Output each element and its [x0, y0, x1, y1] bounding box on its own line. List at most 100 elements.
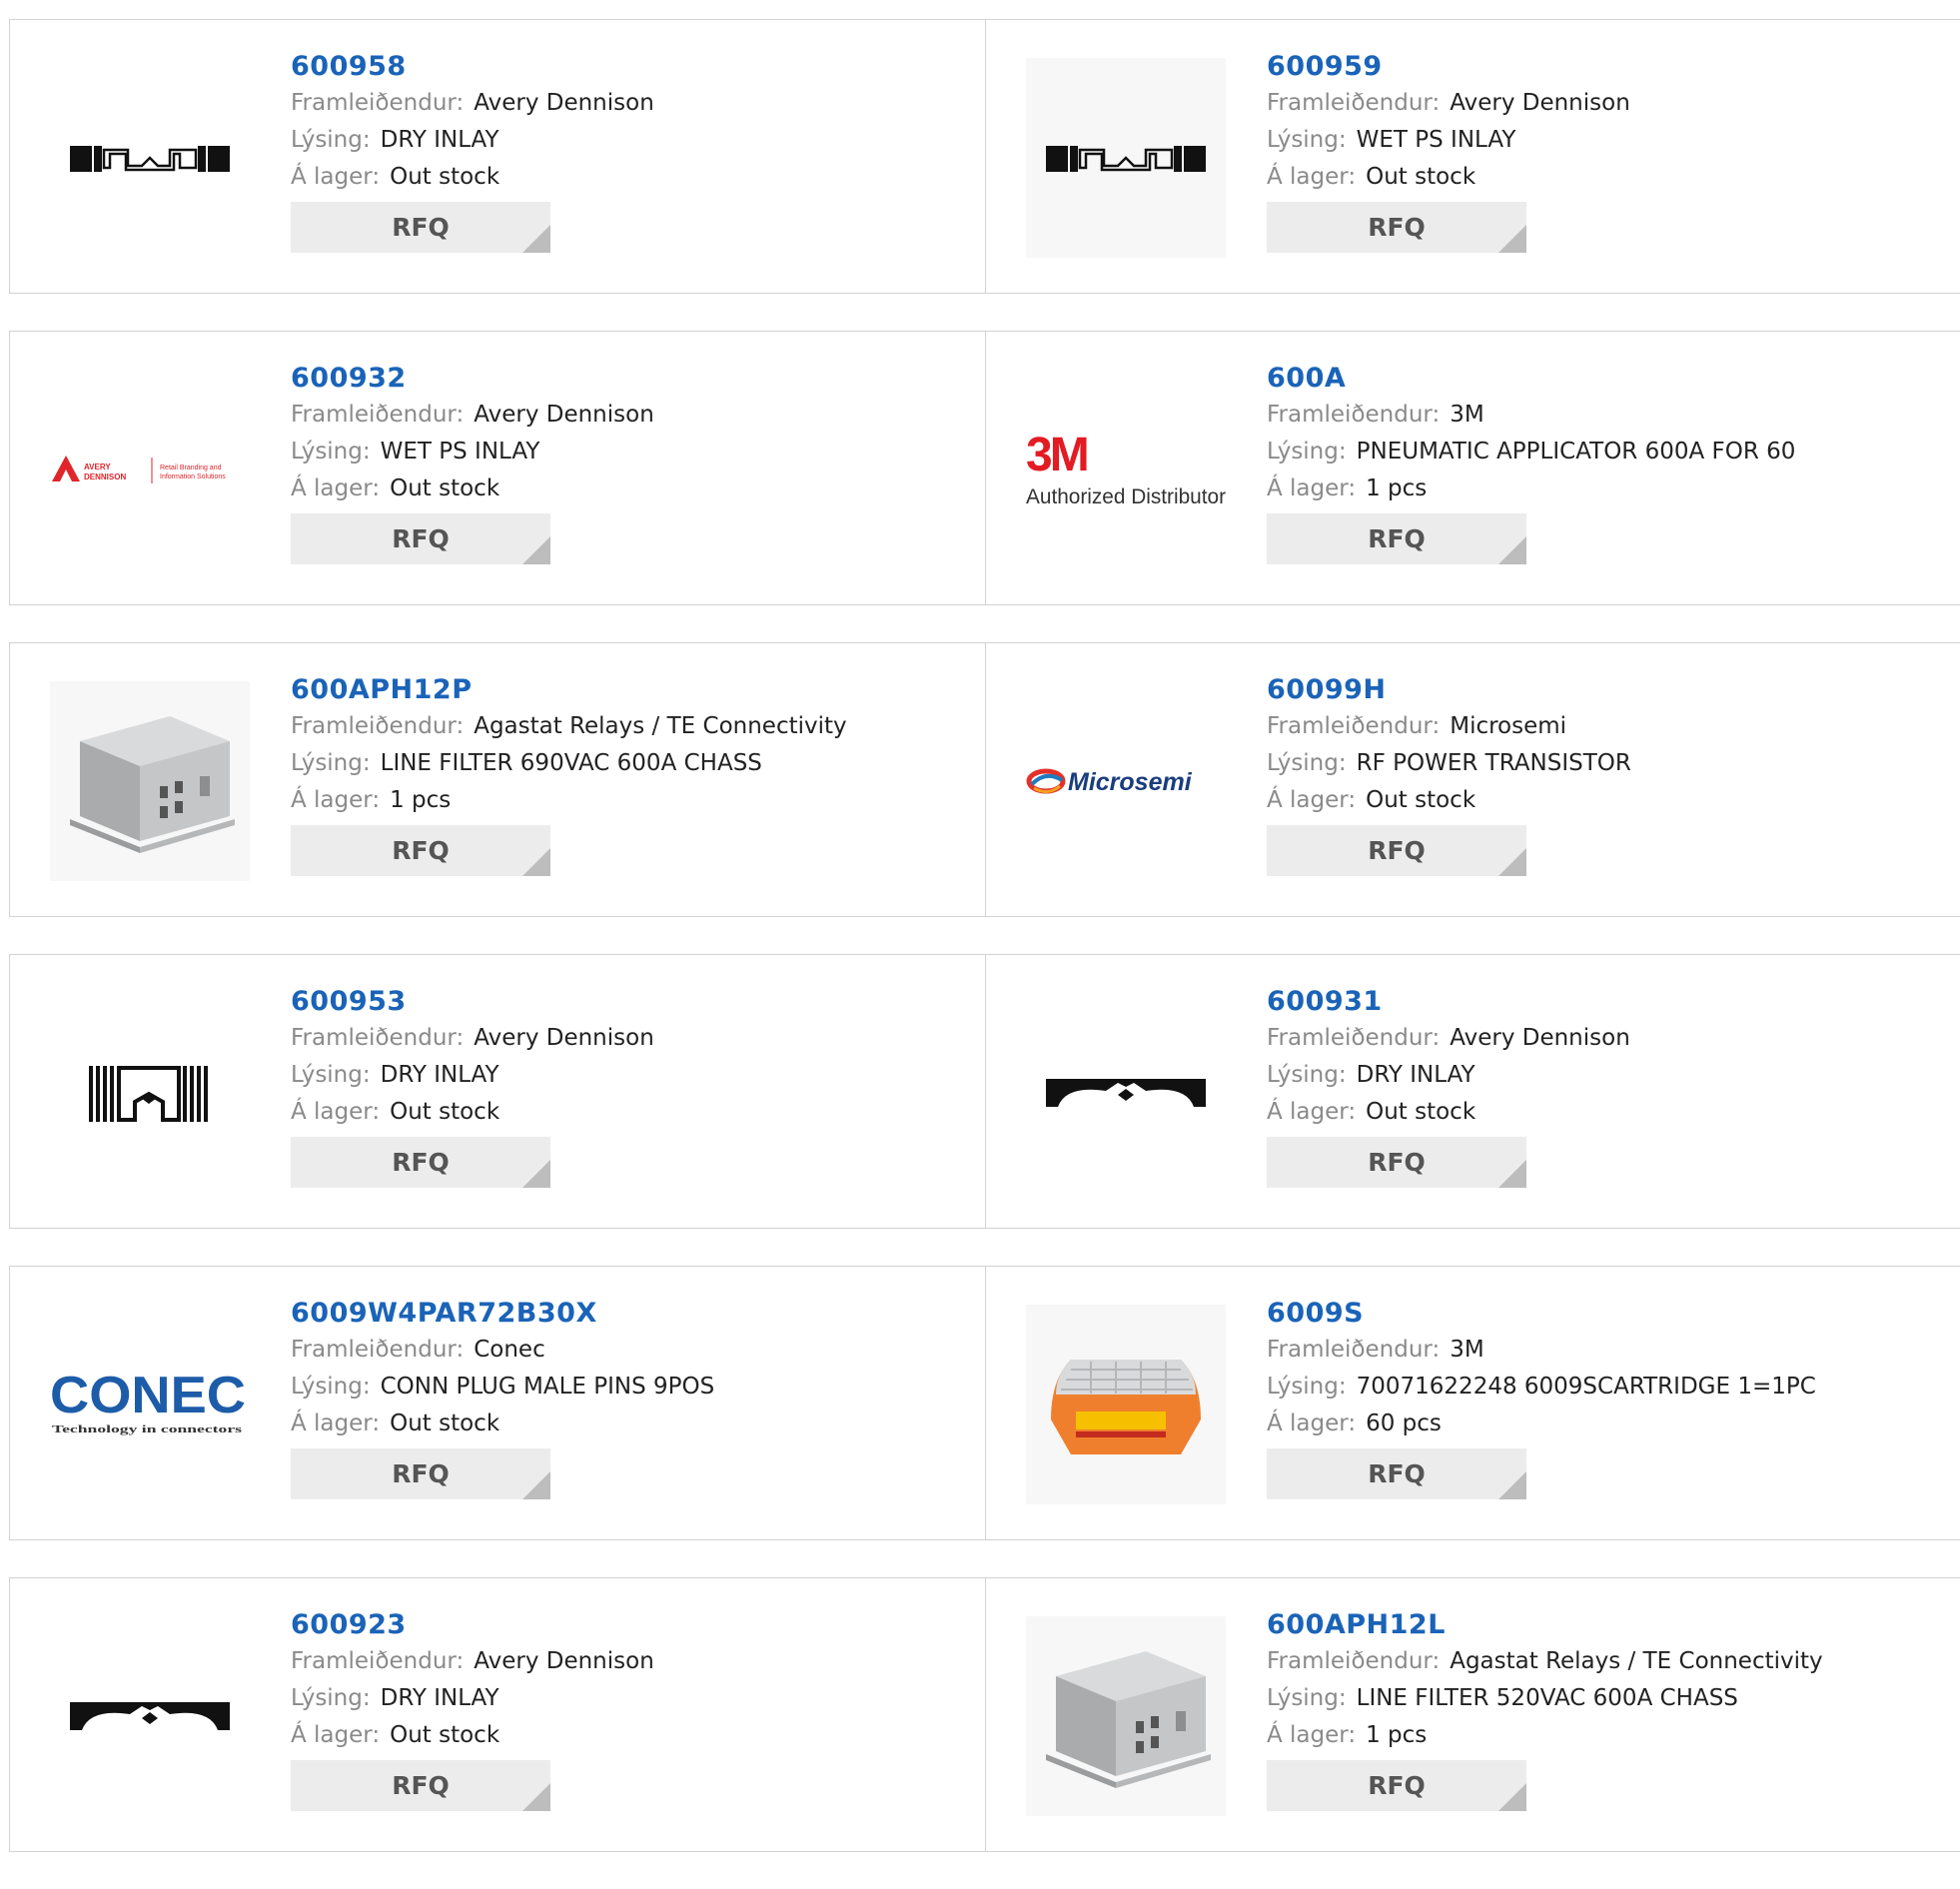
conec-logo: CONEC Technology in connectors	[50, 1367, 246, 1435]
description-value: CONN PLUG MALE PINS 9POS	[380, 1374, 715, 1400]
rfid-inlay-icon	[1046, 146, 1206, 172]
description-value: RF POWER TRANSISTOR	[1356, 750, 1631, 776]
product-card: AVERY DENNISON Retail Branding and Infor…	[10, 332, 985, 604]
product-image-line-filter[interactable]	[1026, 1616, 1226, 1816]
corner-triangle-icon	[522, 848, 550, 876]
rfq-button[interactable]: RFQ	[291, 202, 550, 253]
rfq-button[interactable]: RFQ	[291, 1448, 550, 1499]
product-image-line-filter[interactable]	[50, 681, 250, 881]
stock-label: Á lager:	[1267, 1099, 1357, 1125]
description-label: Lýsing:	[291, 750, 371, 776]
description-value: DRY INLAY	[380, 1685, 499, 1711]
product-image-cartridge[interactable]	[1026, 1305, 1226, 1504]
product-card: 600959 Framleiðendur: Avery Dennison Lýsi…	[985, 20, 1960, 293]
product-number-link[interactable]: 600A	[1267, 361, 1795, 397]
product-image-rfid-inlay-square[interactable]	[50, 993, 250, 1193]
svg-text:Technology in connectors: Technology in connectors	[52, 1423, 243, 1435]
rfq-button[interactable]: RFQ	[1267, 202, 1526, 253]
product-number-link[interactable]: 6009S	[1267, 1296, 1816, 1332]
stock-value: Out stock	[390, 475, 500, 501]
product-card: 600923 Framleiðendur: Avery Dennison Lýsi…	[10, 1578, 985, 1851]
product-image-conec-logo[interactable]: CONEC Technology in connectors	[50, 1305, 250, 1504]
product-row: 600923 Framleiðendur: Avery Dennison Lýsi…	[9, 1577, 1960, 1852]
corner-triangle-icon	[522, 1783, 550, 1811]
stock-value: Out stock	[390, 164, 500, 190]
svg-text:CONEC: CONEC	[50, 1367, 246, 1424]
line-filter-photo	[1046, 1651, 1211, 1788]
avery-dennison-logo: AVERY DENNISON Retail Branding and Infor…	[52, 456, 226, 483]
product-image-rfid-inlay[interactable]	[1026, 58, 1226, 258]
product-image-rfid-inlay-arch[interactable]	[50, 1616, 250, 1816]
product-image-microsemi-logo[interactable]: Microsemi	[1026, 681, 1226, 881]
product-number-link[interactable]: 600932	[291, 361, 654, 397]
product-card: 600931 Framleiðendur: Avery Dennison Lýsi…	[985, 955, 1960, 1228]
manufacturer-value: 3M	[1450, 1337, 1484, 1363]
corner-triangle-icon	[522, 225, 550, 253]
product-image-rfid-inlay-arch[interactable]	[1026, 993, 1226, 1193]
description-value: WET PS INLAY	[380, 439, 540, 465]
manufacturer-label: Framleiðendur:	[291, 1337, 465, 1363]
product-card: Microsemi 60099H Framleiðendur: Microsemi…	[985, 643, 1960, 916]
stock-label: Á lager:	[291, 475, 381, 501]
rfq-button[interactable]: RFQ	[1267, 825, 1526, 876]
product-grid: 600958 Framleiðendur: Avery Dennison Lýsi…	[9, 19, 1960, 1889]
rfq-button[interactable]: RFQ	[291, 1760, 550, 1811]
description-label: Lýsing:	[1267, 127, 1347, 153]
product-row: 600958 Framleiðendur: Avery Dennison Lýsi…	[9, 19, 1960, 294]
stock-value: 1 pcs	[390, 787, 452, 813]
stock-value: Out stock	[1366, 164, 1476, 190]
product-number-link[interactable]: 6009W4PAR72B30X	[291, 1296, 714, 1332]
product-number-link[interactable]: 600923	[291, 1607, 654, 1643]
product-card: 600APH12L Framleiðendur: Agastat Relays /…	[985, 1578, 1960, 1851]
stock-value: Out stock	[1366, 1099, 1476, 1125]
rfq-button[interactable]: RFQ	[1267, 513, 1526, 564]
manufacturer-label: Framleiðendur:	[1267, 1337, 1441, 1363]
description-value: PNEUMATIC APPLICATOR 600A FOR 60	[1356, 439, 1796, 465]
rfq-button[interactable]: RFQ	[291, 1137, 550, 1188]
product-number-link[interactable]: 600931	[1267, 984, 1630, 1020]
corner-triangle-icon	[522, 1160, 550, 1188]
manufacturer-label: Framleiðendur:	[291, 90, 465, 116]
product-number-link[interactable]: 600APH12P	[291, 672, 847, 708]
product-number-link[interactable]: 600APH12L	[1267, 1607, 1823, 1643]
product-number-link[interactable]: 600959	[1267, 49, 1630, 85]
corner-triangle-icon	[522, 1471, 550, 1499]
product-card: 3M Authorized Distributor 600A Framleiðe…	[985, 332, 1960, 604]
rfid-inlay-square-icon	[89, 1066, 208, 1122]
rfq-button[interactable]: RFQ	[1267, 1137, 1526, 1188]
corner-triangle-icon	[1498, 848, 1526, 876]
description-value: LINE FILTER 690VAC 600A CHASS	[380, 750, 762, 776]
manufacturer-label: Framleiðendur:	[1267, 90, 1441, 116]
stock-value: Out stock	[390, 1722, 500, 1748]
manufacturer-value: 3M	[1450, 402, 1484, 428]
line-filter-photo	[70, 716, 235, 853]
product-image-3m-logo[interactable]: 3M Authorized Distributor	[1026, 370, 1226, 569]
description-label: Lýsing:	[1267, 1374, 1347, 1400]
product-card: 600958 Framleiðendur: Avery Dennison Lýsi…	[10, 20, 985, 293]
stock-value: Out stock	[390, 1411, 500, 1436]
stock-label: Á lager:	[1267, 1411, 1357, 1436]
description-label: Lýsing:	[291, 1374, 371, 1400]
product-image-avery-logo[interactable]: AVERY DENNISON Retail Branding and Infor…	[50, 370, 250, 569]
rfid-inlay-arch-icon	[70, 1702, 230, 1730]
svg-text:Microsemi: Microsemi	[1068, 768, 1193, 796]
product-image-rfid-inlay[interactable]	[50, 58, 250, 258]
manufacturer-value: Avery Dennison	[474, 1648, 654, 1674]
corner-triangle-icon	[1498, 1160, 1526, 1188]
stock-label: Á lager:	[1267, 1722, 1357, 1748]
description-label: Lýsing:	[291, 439, 371, 465]
product-number-link[interactable]: 600958	[291, 49, 654, 85]
product-number-link[interactable]: 60099H	[1267, 672, 1631, 708]
rfid-inlay-icon	[70, 146, 230, 172]
svg-text:AVERY: AVERY	[84, 463, 111, 472]
rfq-button[interactable]: RFQ	[1267, 1760, 1526, 1811]
product-number-link[interactable]: 600953	[291, 984, 654, 1020]
rfq-button[interactable]: RFQ	[1267, 1448, 1526, 1499]
rfq-button[interactable]: RFQ	[291, 825, 550, 876]
svg-text:3M: 3M	[1026, 429, 1087, 481]
3m-logo: 3M Authorized Distributor	[1026, 429, 1226, 508]
description-label: Lýsing:	[291, 1685, 371, 1711]
stock-label: Á lager:	[291, 1099, 381, 1125]
rfq-button[interactable]: RFQ	[291, 513, 550, 564]
manufacturer-label: Framleiðendur:	[1267, 1648, 1441, 1674]
